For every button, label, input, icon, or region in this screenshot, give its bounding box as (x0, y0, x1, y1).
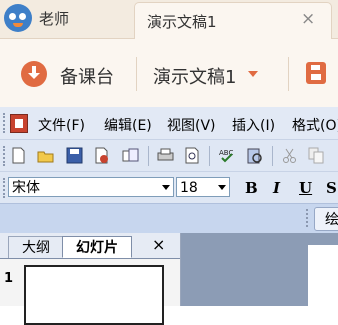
save-icon[interactable] (66, 147, 83, 164)
formatting-toolbar: 宋体 18 B I U S (0, 171, 338, 204)
divider (136, 57, 137, 91)
tab-slides-label: 幻灯片 (76, 240, 118, 256)
underline-button[interactable]: U (299, 179, 312, 197)
tab-outline[interactable]: 大纲 (8, 236, 64, 258)
new-icon[interactable] (10, 147, 27, 164)
research-icon[interactable] (246, 147, 263, 164)
email-icon[interactable] (122, 147, 139, 164)
print-preview-icon[interactable] (184, 147, 201, 164)
menu-view[interactable]: 视图(V) (167, 115, 216, 135)
chevron-down-icon[interactable] (248, 71, 258, 77)
download-icon[interactable] (21, 61, 47, 87)
toolbar-grip[interactable] (306, 209, 310, 227)
chevron-down-icon[interactable] (162, 185, 170, 190)
toolbar-separator (209, 146, 210, 166)
open-icon[interactable] (37, 147, 54, 164)
pane-tabs: 大纲 幻灯片 × (0, 233, 180, 259)
menu-insert[interactable]: 插入(I) (232, 115, 275, 135)
user-name: 老师 (39, 9, 70, 28)
print-icon[interactable] (157, 147, 174, 164)
powerpoint-app-icon[interactable] (10, 114, 28, 133)
slide-thumbnail[interactable] (24, 265, 164, 325)
font-name-select[interactable]: 宋体 (8, 177, 174, 197)
draw-label: 绘 (325, 212, 338, 228)
permission-icon[interactable] (93, 147, 110, 164)
shadow-button[interactable]: S (326, 179, 337, 197)
drawing-toolbar: 绘 (0, 203, 338, 234)
cut-icon[interactable] (281, 147, 298, 164)
standard-toolbar: ABC (0, 139, 338, 172)
tab-document-title: 演示文稿1 (147, 13, 217, 31)
user-profile[interactable]: 老师 (4, 4, 69, 32)
toolbar-grip[interactable] (3, 113, 7, 133)
close-icon[interactable]: × (152, 235, 165, 254)
chevron-down-icon[interactable] (218, 185, 226, 190)
slide-workspace (181, 233, 338, 315)
toolbar-grip[interactable] (3, 146, 7, 166)
spelling-icon[interactable]: ABC (219, 147, 236, 164)
save-icon[interactable] (306, 62, 326, 84)
menu-bar: 文件(F) 编辑(E) 视图(V) 插入(I) 格式(O) (0, 107, 338, 139)
toolbar-separator (272, 146, 273, 166)
close-icon[interactable]: × (301, 9, 315, 29)
toolbar-grip[interactable] (3, 178, 7, 198)
prepare-lesson-button[interactable]: 备课台 (60, 63, 114, 89)
font-size-select[interactable]: 18 (176, 177, 230, 197)
slide-number: 1 (4, 271, 14, 286)
menu-edit[interactable]: 编辑(E) (104, 115, 152, 135)
browser-tab-bar: 老师 演示文稿1 × (0, 0, 338, 40)
tab-slides[interactable]: 幻灯片 (62, 236, 132, 258)
document-selector[interactable]: 演示文稿1 (153, 63, 236, 89)
outline-slides-pane: 大纲 幻灯片 × 1 (0, 233, 181, 325)
italic-button[interactable]: I (273, 179, 280, 197)
font-size-value: 18 (180, 180, 198, 196)
toolbar-separator (148, 146, 149, 166)
divider (288, 57, 289, 91)
tab-document[interactable]: 演示文稿1 × (134, 2, 332, 40)
copy-icon[interactable] (308, 147, 325, 164)
bold-button[interactable]: B (245, 179, 258, 197)
draw-button[interactable]: 绘 (314, 207, 338, 231)
avatar[interactable] (4, 4, 32, 32)
app-header: 备课台 演示文稿1 (0, 39, 338, 108)
menu-file[interactable]: 文件(F) (38, 115, 85, 135)
tab-outline-label: 大纲 (22, 240, 50, 256)
menu-format[interactable]: 格式(O) (292, 115, 338, 135)
font-name-value: 宋体 (12, 180, 40, 196)
slide-canvas[interactable] (308, 245, 338, 315)
